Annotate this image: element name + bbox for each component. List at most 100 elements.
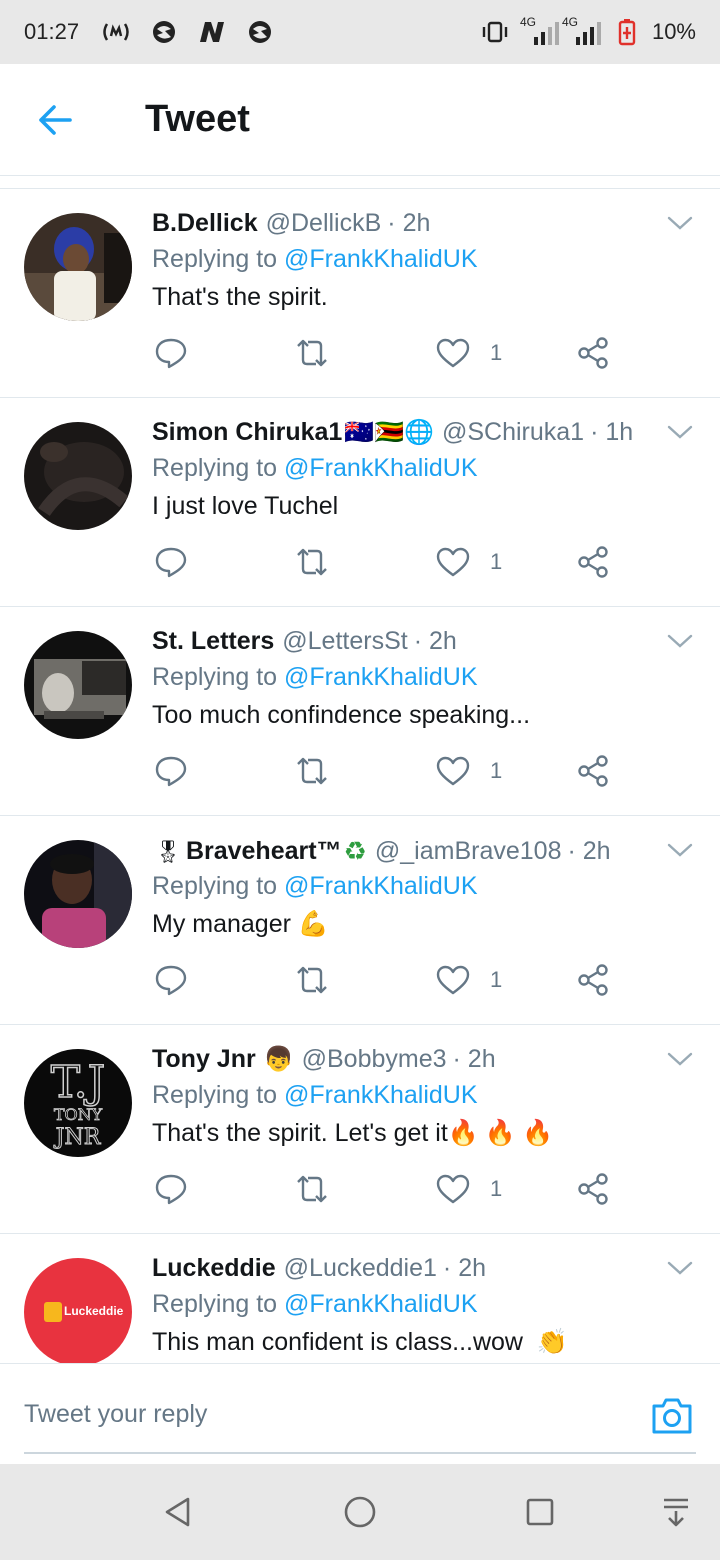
share-icon [578, 964, 608, 996]
user-handle: @Bobbyme3 [301, 1045, 447, 1073]
reply-input[interactable]: Tweet your reply [24, 1400, 207, 1429]
mention-link[interactable]: @FrankKhalidUK [284, 663, 478, 691]
reply-button[interactable] [154, 962, 188, 998]
retweet-button[interactable] [294, 753, 330, 789]
chevron-down-icon [667, 425, 693, 439]
reply-icon [155, 965, 187, 996]
share-icon [578, 755, 608, 787]
reply-feed[interactable]: B.Dellick @DellickB · 2h Replying to @Fr… [0, 189, 720, 1363]
display-name[interactable]: St. Letters [152, 627, 274, 656]
like-button[interactable]: 1 [436, 962, 502, 998]
app-icon-1 [149, 19, 179, 45]
tweet-menu-button[interactable] [666, 840, 694, 860]
tweet-text-body: This man confident is class...wow [152, 1328, 523, 1356]
tweet-menu-button[interactable] [666, 213, 694, 233]
back-button[interactable] [30, 98, 80, 142]
vibrate-icon [480, 19, 510, 45]
tweet-item[interactable]: 🎖 Braveheart™ ♻ @_iamBrave108 · 2h Reply… [0, 816, 720, 1025]
display-name[interactable]: Tony Jnr [152, 1045, 256, 1074]
like-button[interactable]: 1 [436, 335, 502, 371]
mention-link[interactable]: @FrankKhalidUK [284, 454, 478, 482]
share-icon [578, 1173, 608, 1205]
retweet-icon [297, 339, 327, 367]
reply-button[interactable] [154, 335, 188, 371]
share-button[interactable] [576, 962, 610, 998]
avatar[interactable] [24, 422, 132, 530]
battery-low-icon [612, 19, 642, 46]
replying-to: Replying to @FrankKhalidUK [152, 1081, 478, 1110]
share-button[interactable] [576, 753, 610, 789]
mention-link[interactable]: @FrankKhalidUK [284, 872, 478, 900]
chevron-down-icon [667, 216, 693, 230]
tweet-item[interactable]: St. Letters @LettersSt · 2h Replying to … [0, 607, 720, 816]
tweet-menu-button[interactable] [666, 422, 694, 442]
chevron-down-icon [667, 634, 693, 648]
tweet-item[interactable]: T.J TONY JNR Tony Jnr 👦 @Bobbyme3 · 2h R… [0, 1025, 720, 1234]
tweet-item[interactable]: Simon Chiruka1 🇦🇺🇿🇼🌐 @SChiruka1 · 1h Rep… [0, 398, 720, 607]
avatar[interactable] [24, 631, 132, 739]
avatar-sub-2: JNR [55, 1125, 101, 1151]
avatar[interactable]: T.J TONY JNR [24, 1049, 132, 1157]
tweet-menu-button[interactable] [666, 1258, 694, 1278]
tweet-item[interactable]: Luckeddie Luckeddie @Luckeddie1 · 2h Rep… [0, 1234, 720, 1363]
nav-home-button[interactable] [340, 1492, 380, 1532]
mention-link[interactable]: @FrankKhalidUK [284, 1290, 478, 1318]
tweet-text-body: My manager [152, 910, 291, 938]
replying-to: Replying to @FrankKhalidUK [152, 454, 478, 483]
tweet-menu-button[interactable] [666, 1049, 694, 1069]
reply-button[interactable] [154, 544, 188, 580]
like-button[interactable]: 1 [436, 544, 502, 580]
replying-to: Replying to @FrankKhalidUK [152, 872, 478, 901]
nav-back-button[interactable] [158, 1492, 198, 1532]
display-name[interactable]: B.Dellick [152, 209, 258, 238]
avatar-brand-text: Luckeddie [64, 1304, 124, 1318]
retweet-button[interactable] [294, 335, 330, 371]
display-name[interactable]: Luckeddie [152, 1254, 276, 1283]
like-button[interactable]: 1 [436, 753, 502, 789]
tweet-text: That's the spirit. [152, 283, 328, 311]
nav-dropdown-button[interactable] [656, 1492, 696, 1532]
share-button[interactable] [576, 544, 610, 580]
avatar[interactable]: Luckeddie [24, 1258, 132, 1363]
tweet-text: This man confident is class...wow 👏 [152, 1328, 568, 1357]
like-button[interactable]: 1 [436, 1171, 502, 1207]
status-time: 01:27 [24, 19, 80, 44]
reply-button[interactable] [154, 753, 188, 789]
replying-prefix: Replying to [152, 454, 278, 482]
mention-link[interactable]: @FrankKhalidUK [284, 245, 478, 273]
battery-percent: 10% [651, 19, 696, 44]
retweet-button[interactable] [294, 1171, 330, 1207]
tweet-menu-button[interactable] [666, 631, 694, 651]
camera-icon [652, 1398, 692, 1434]
avatar[interactable] [24, 840, 132, 948]
avatar[interactable] [24, 213, 132, 321]
mention-link[interactable]: @FrankKhalidUK [284, 1081, 478, 1109]
signal-icon: 4G 4G [520, 15, 602, 47]
retweet-button[interactable] [294, 962, 330, 998]
reply-icon [155, 338, 187, 369]
tweet-text-emojis: 🔥🔥🔥 [447, 1119, 560, 1147]
share-button[interactable] [576, 1171, 610, 1207]
display-name[interactable]: Simon Chiruka1 [152, 418, 342, 447]
triangle-back-icon [165, 1497, 190, 1527]
retweet-button[interactable] [294, 544, 330, 580]
camera-button[interactable] [650, 1394, 694, 1436]
nav-recents-button[interactable] [520, 1492, 560, 1532]
tweet-text-emojis: 👏 [536, 1328, 569, 1356]
square-recents-icon [526, 1498, 554, 1526]
tweet-time: · 1h [590, 418, 634, 446]
status-bar: 01:27 4G 4G 10% [0, 0, 720, 64]
replying-to: Replying to @FrankKhalidUK [152, 663, 478, 692]
heart-icon [436, 547, 470, 577]
display-name[interactable]: Braveheart™ [186, 837, 342, 866]
reply-icon [155, 547, 187, 578]
tweet-header: Luckeddie @Luckeddie1 · 2h [152, 1254, 486, 1283]
reply-composer: Tweet your reply [0, 1363, 720, 1464]
reply-button[interactable] [154, 1171, 188, 1207]
name-prefix-emoji: 🎖 [154, 838, 182, 864]
tweet-header: B.Dellick @DellickB · 2h [152, 209, 430, 238]
tweet-item[interactable]: B.Dellick @DellickB · 2h Replying to @Fr… [0, 189, 720, 398]
like-count: 1 [490, 1176, 503, 1201]
share-button[interactable] [576, 335, 610, 371]
tweet-actions: 1 [152, 1171, 622, 1207]
